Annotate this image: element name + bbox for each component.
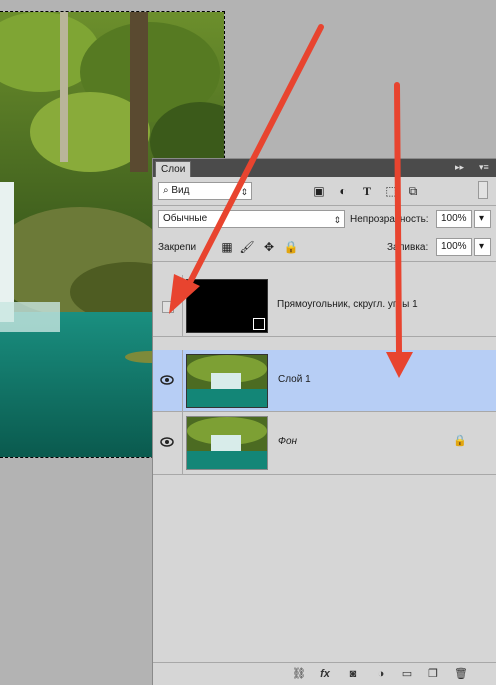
visibility-toggle[interactable] [153,412,183,475]
panel-menu-icon[interactable]: ▾≡ [479,162,489,173]
eye-icon [160,437,174,447]
link-icon[interactable]: ⛓ [291,666,307,682]
fill-input[interactable]: 100% [436,238,472,256]
lock-all-icon[interactable]: 🔒 [283,239,299,255]
divider [153,261,496,262]
tab-layers[interactable]: Слои [155,161,191,177]
opacity-input[interactable]: 100% [436,210,472,228]
fill-dropdown[interactable]: ▾ [474,238,491,256]
layer-name: Слой 1 [278,374,311,385]
opacity-dropdown[interactable]: ▾ [474,210,491,228]
opacity-label: Непрозрачность: [350,214,429,225]
hidden-checkbox-icon [162,301,174,313]
layer-thumbnail [186,416,268,470]
visibility-toggle[interactable] [153,350,183,412]
filter-toggle-switch[interactable] [478,181,488,199]
shape-filter-icon[interactable]: ⬚ [383,183,399,199]
filter-label: Вид [171,185,190,196]
layer-name: Фон [278,436,298,447]
adjustment-icon[interactable]: ◑ [373,666,389,682]
updown-icon: ⇕ [333,215,341,225]
layer-row-shape[interactable]: Прямоугольник, скругл. углы 1 [153,275,496,337]
pixel-filter-icon[interactable]: ▣ [311,183,327,199]
lock-pixels-icon[interactable]: 🖌 [239,239,255,255]
layer-row-selected[interactable]: Слой 1 [153,350,496,412]
divider [153,205,496,206]
eye-icon [160,375,174,385]
fx-icon[interactable]: fx [317,666,333,682]
layer-thumbnail [186,354,268,408]
layers-panel: Слои ▸▸ ▾≡ ⌕ Вид ⇕ ▣ ◐ T ⬚ ⧉ Обычные ⇕ Н… [152,158,496,685]
trash-icon[interactable]: 🗑 [453,666,469,682]
panel-titlebar: Слои ▸▸ ▾≡ [153,159,496,177]
visibility-toggle[interactable] [153,275,183,337]
lock-icon[interactable]: 🔒 [453,434,467,447]
type-filter-icon[interactable]: T [359,183,375,199]
layer-name: Прямоугольник, скругл. углы 1 [277,299,418,310]
mask-icon[interactable]: ◙ [345,666,361,682]
filter-select[interactable]: ⌕ Вид ⇕ [158,182,252,200]
vector-mask-icon [253,318,265,330]
collapse-icon[interactable]: ▸▸ [455,162,464,173]
blend-mode-select[interactable]: Обычные ⇕ [158,210,345,228]
panel-footer: ⛓ fx ◙ ◑ ▭ ❐ 🗑 [153,662,496,685]
fill-label: Заливка: [387,242,429,253]
lock-position-icon[interactable]: ✥ [261,239,277,255]
new-layer-icon[interactable]: ❐ [425,666,441,682]
folder-icon[interactable]: ▭ [399,666,415,682]
layer-thumbnail [186,279,268,333]
smart-object-filter-icon[interactable]: ⧉ [405,183,421,199]
adjustment-filter-icon[interactable]: ◐ [335,183,351,199]
blend-mode-value: Обычные [163,213,208,224]
lock-label: Закрепи [158,242,197,253]
layer-row-background[interactable]: Фон 🔒 [153,412,496,475]
lock-transparent-icon[interactable]: ▦ [219,239,235,255]
updown-icon: ⇕ [240,187,248,197]
